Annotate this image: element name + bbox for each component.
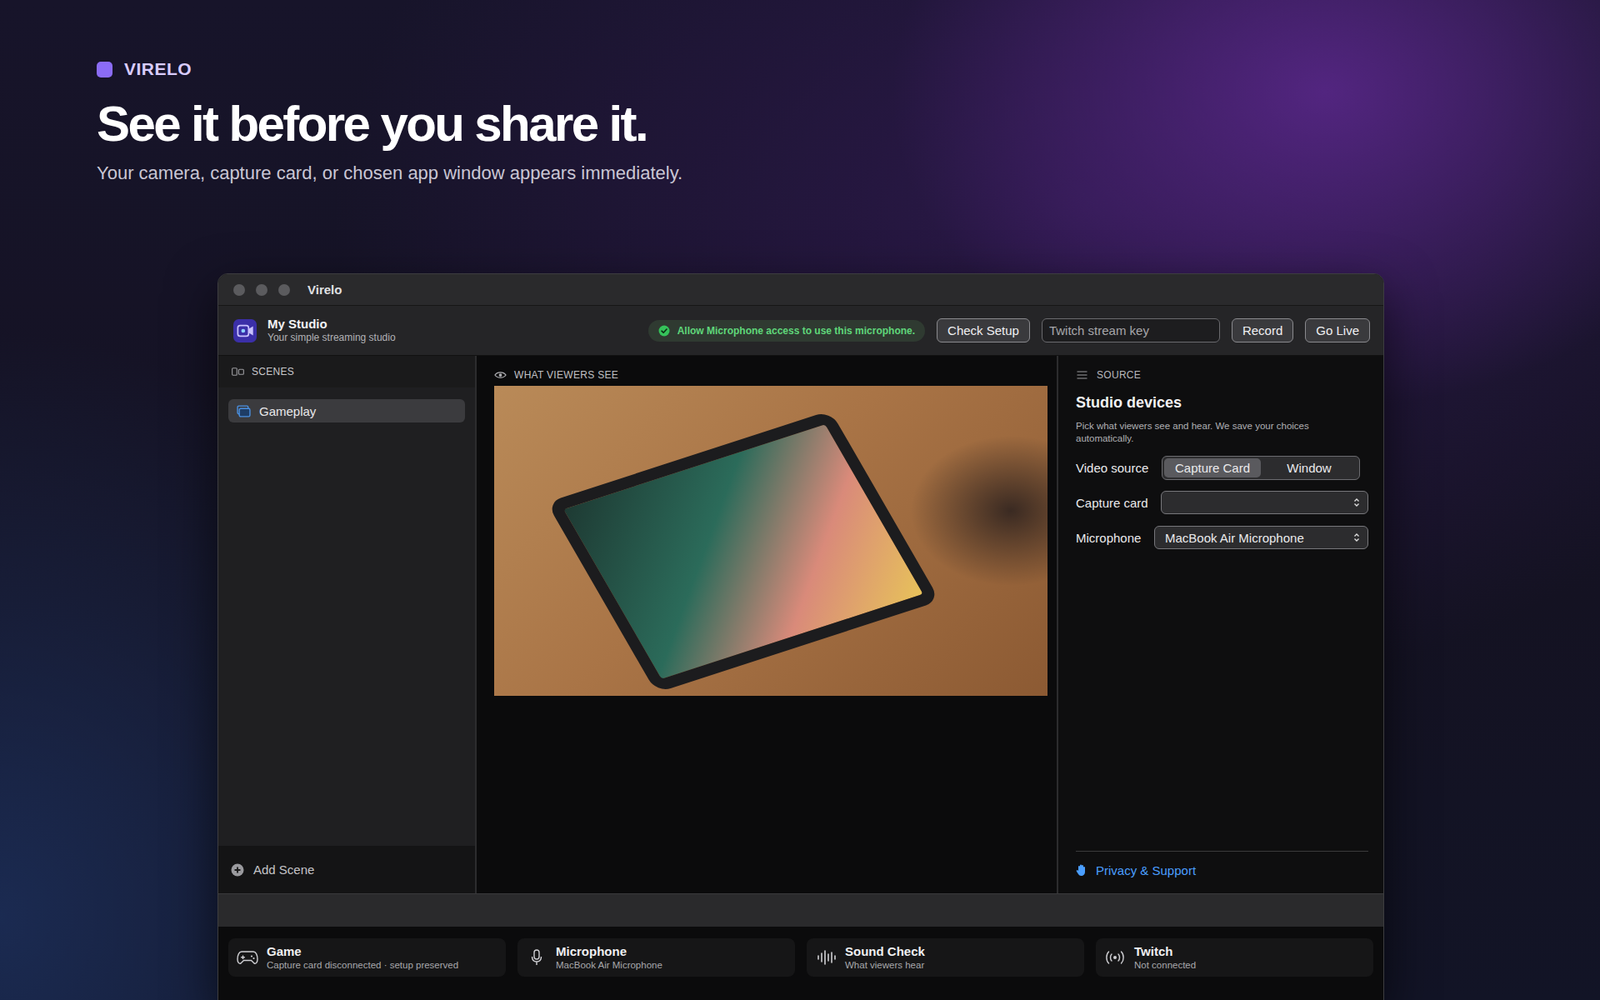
main-panes: SCENES Gameplay Add Scene WHAT VIEWERS SEE S… (218, 355, 1384, 894)
scenes-header-text: SCENES (251, 365, 295, 378)
capture-card-row: Capture card (1075, 490, 1369, 515)
brand: VIRELO (96, 60, 1600, 79)
status-bar: GameCapture card disconnected · setup pr… (218, 926, 1384, 1000)
preview-header-text: WHAT VIEWERS SEE (514, 369, 619, 381)
source-footer: Privacy & Support (1075, 850, 1369, 895)
divider-strip (218, 893, 1384, 927)
notice-text: Allow Microphone access to use this micr… (677, 325, 915, 337)
status-text: Sound CheckWhat viewers hear (845, 944, 925, 972)
preview-pane: WHAT VIEWERS SEE (476, 355, 1059, 894)
source-title: Studio devices (1075, 394, 1369, 412)
window-title: Virelo (307, 282, 342, 297)
scenes-header: SCENES (218, 355, 475, 388)
status-title: Microphone (555, 944, 663, 960)
scene-list: Gameplay (218, 387, 475, 846)
stream-key-input[interactable] (1041, 318, 1220, 343)
scenes-sidebar: SCENES Gameplay Add Scene (218, 355, 477, 894)
source-header: SOURCE (1075, 367, 1369, 383)
status-card[interactable]: TwitchNot connected (1095, 938, 1374, 977)
check-setup-button[interactable]: Check Setup (936, 318, 1030, 343)
source-spacer (1075, 550, 1369, 851)
permission-notice[interactable]: Allow Microphone access to use this micr… (648, 320, 925, 342)
capture-card-select[interactable] (1160, 490, 1369, 515)
scene-icon (236, 405, 251, 418)
toolbar: My StudioYour simple streaming studio All… (218, 305, 1384, 356)
status-card[interactable]: Sound CheckWhat viewers hear (806, 938, 1085, 977)
minimize-dot-icon[interactable] (255, 284, 268, 296)
studio-subtitle: Your simple streaming studio (267, 331, 396, 345)
subtitle: Your camera, capture card, or chosen app… (96, 161, 1600, 185)
hand-icon (1075, 863, 1088, 877)
studio-name: My Studio (267, 316, 396, 332)
broadcast-icon (1104, 949, 1126, 966)
action-button[interactable]: Go Live (1305, 318, 1370, 343)
gamepad-icon (236, 949, 259, 966)
eye-icon (494, 370, 507, 380)
zoom-dot-icon[interactable] (278, 284, 290, 296)
status-card[interactable]: MicrophoneMacBook Air Microphone (517, 938, 795, 977)
microphone-row: Microphone MacBook Air Microphone (1075, 525, 1369, 550)
studio-logo-icon (233, 319, 257, 343)
app-window: Virelo My StudioYour simple streaming stu… (217, 273, 1385, 1000)
action-button[interactable]: Record (1231, 318, 1294, 343)
window-controls (233, 284, 290, 296)
status-detail: What viewers hear (845, 959, 925, 972)
chevron-updown-icon (1353, 497, 1360, 508)
status-title: Game (266, 944, 459, 960)
preview-header: WHAT VIEWERS SEE (494, 367, 1057, 383)
plus-circle-icon (230, 863, 245, 877)
status-detail: MacBook Air Microphone (555, 959, 663, 972)
hero: VIRELO See it before you share it. Your ca… (0, 60, 1600, 185)
waveform-icon (815, 949, 837, 966)
title-bar: Virelo (218, 274, 1384, 306)
source-header-text: SOURCE (1096, 369, 1141, 381)
preview-photo (494, 385, 1048, 696)
video-source-row: Video source Capture CardWindow (1075, 455, 1369, 480)
field-label: Microphone (1075, 530, 1141, 545)
check-circle-icon (658, 325, 670, 337)
privacy-support-link[interactable]: Privacy & Support (1075, 863, 1196, 878)
source-description: Pick what viewers see and hear. We save … (1075, 420, 1369, 445)
microphone-select[interactable]: MacBook Air Microphone (1154, 525, 1369, 550)
chevron-updown-icon (1353, 532, 1360, 543)
microphone-icon (525, 949, 548, 966)
video-source-segmented: Capture CardWindow (1161, 455, 1360, 480)
scene-label: Gameplay (259, 404, 316, 419)
close-dot-icon[interactable] (233, 284, 245, 296)
add-scene-button[interactable]: Add Scene (218, 845, 475, 894)
status-text: MicrophoneMacBook Air Microphone (555, 944, 663, 972)
photo-tablet-shape (546, 410, 940, 693)
segment-option[interactable]: Window (1260, 458, 1358, 478)
scenes-icon (231, 366, 245, 377)
status-title: Twitch (1134, 944, 1196, 960)
page: VIRELO See it before you share it. Your ca… (0, 0, 1600, 1000)
headline: See it before you share it. (96, 96, 1600, 152)
studio-text: My StudioYour simple streaming studio (267, 316, 396, 345)
field-label: Video source (1075, 460, 1149, 475)
status-card[interactable]: GameCapture card disconnected · setup pr… (228, 938, 506, 977)
sliders-icon (1075, 370, 1089, 380)
status-detail: Not connected (1134, 959, 1196, 972)
status-text: TwitchNot connected (1134, 944, 1196, 972)
studio-info: My StudioYour simple streaming studio (233, 316, 396, 345)
source-panel: SOURCE Studio devices Pick what viewers se… (1058, 355, 1384, 894)
field-label: Capture card (1075, 495, 1149, 510)
privacy-link-text: Privacy & Support (1095, 863, 1196, 878)
status-detail: Capture card disconnected · setup preser… (266, 959, 459, 972)
select-value: MacBook Air Microphone (1165, 530, 1305, 545)
segment-option[interactable]: Capture Card (1164, 458, 1261, 478)
brand-name: VIRELO (124, 60, 192, 79)
status-title: Sound Check (845, 944, 925, 960)
status-text: GameCapture card disconnected · setup pr… (266, 944, 459, 972)
add-scene-label: Add Scene (253, 862, 315, 877)
scene-item[interactable]: Gameplay (228, 399, 465, 423)
brand-square-icon (96, 61, 113, 78)
